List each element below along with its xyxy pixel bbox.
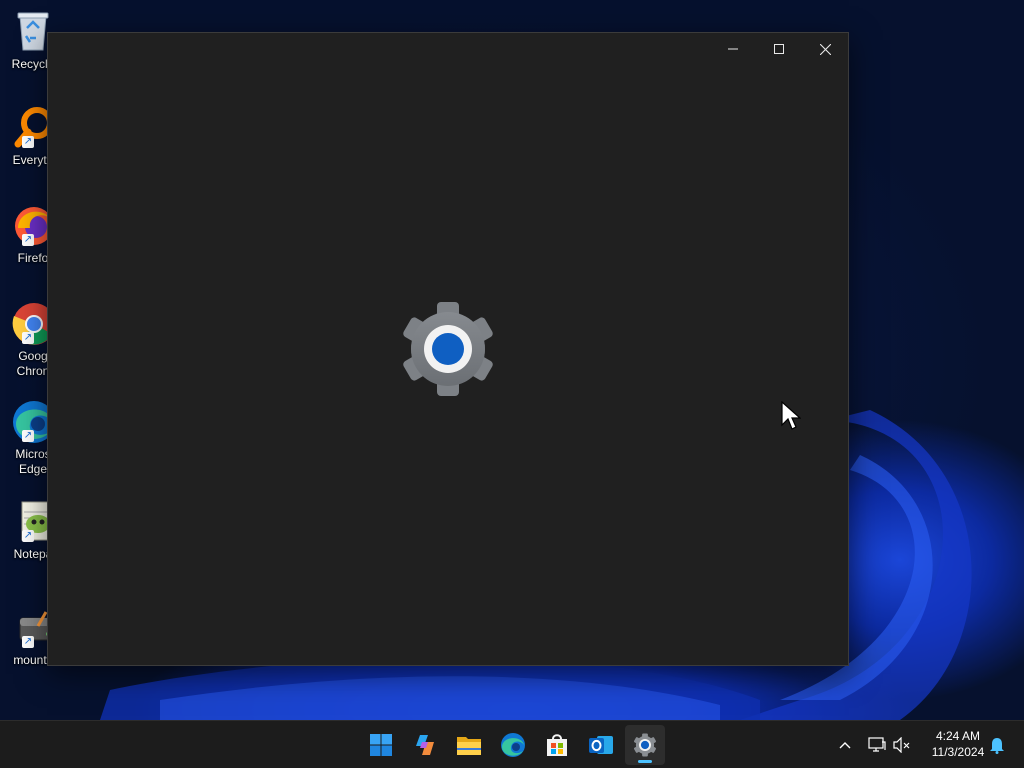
show-hidden-icons-button[interactable]: [833, 733, 857, 757]
settings-window[interactable]: [47, 32, 849, 666]
active-app-indicator: [638, 760, 652, 763]
shortcut-arrow-icon: ↗: [22, 332, 34, 344]
minimize-icon: [728, 48, 738, 50]
taskbar-outlook[interactable]: [581, 725, 621, 765]
outlook-icon: [589, 736, 613, 754]
settings-gear-icon: [634, 733, 656, 757]
start-button[interactable]: [361, 725, 401, 765]
copilot-icon: [416, 735, 434, 755]
close-icon: [819, 43, 831, 55]
chevron-up-icon: [839, 742, 851, 749]
bell-icon: [990, 738, 1004, 754]
taskbar-settings[interactable]: [625, 725, 665, 765]
windows-start-icon: [370, 734, 392, 756]
title-bar[interactable]: [710, 33, 848, 65]
shortcut-arrow-icon: ↗: [22, 430, 34, 442]
maximize-button[interactable]: [756, 33, 802, 65]
settings-gear-icon: [403, 302, 493, 396]
taskbar: 4:24 AM 11/3/2024: [0, 720, 1024, 768]
shortcut-arrow-icon: ↗: [22, 234, 34, 246]
shortcut-arrow-icon: ↗: [22, 636, 34, 648]
store-icon: [547, 734, 567, 756]
edge-icon: [501, 733, 525, 757]
shortcut-arrow-icon: ↗: [22, 530, 34, 542]
file-explorer-icon: [457, 737, 481, 755]
shortcut-arrow-icon: ↗: [22, 136, 34, 148]
taskbar-edge[interactable]: [493, 725, 533, 765]
taskbar-store[interactable]: [537, 725, 577, 765]
mouse-pointer-icon: [781, 401, 801, 430]
volume-muted-icon: [893, 737, 910, 753]
network-status-button[interactable]: [865, 733, 889, 757]
close-button[interactable]: [802, 33, 848, 65]
network-icon: [868, 737, 886, 752]
maximize-icon: [774, 44, 784, 54]
volume-button[interactable]: [890, 733, 914, 757]
taskbar-file-explorer[interactable]: [449, 725, 489, 765]
minimize-button[interactable]: [710, 33, 756, 65]
taskbar-copilot[interactable]: [405, 725, 445, 765]
notifications-button[interactable]: [985, 733, 1009, 757]
